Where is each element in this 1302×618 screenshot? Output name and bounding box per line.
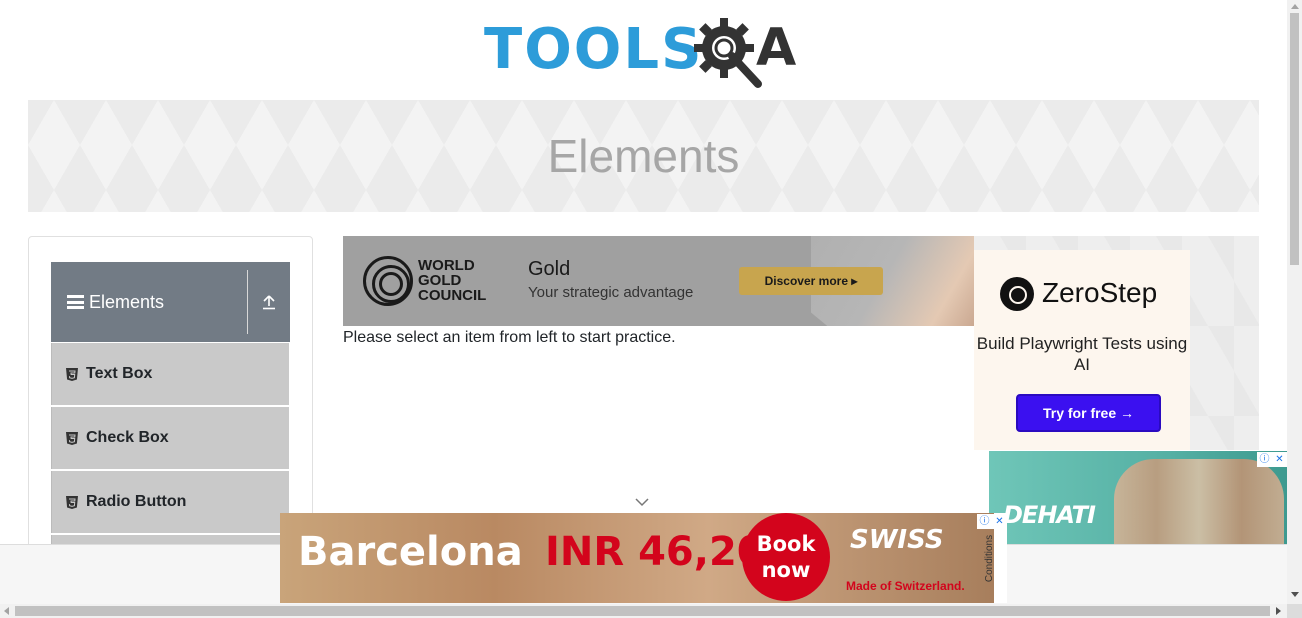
swiss-ad[interactable]: Barcelona INR 46,20 Book now SWISS Made o… (280, 513, 994, 603)
sidebar-item-label: Radio Button (86, 493, 187, 510)
vertical-scrollbar[interactable] (1287, 0, 1302, 604)
ad-close-icon[interactable]: ✕ (1272, 452, 1287, 467)
ad-slogan: Made of Switzerland. (846, 579, 965, 593)
ad-airline: SWISS (850, 525, 944, 555)
ad-info-icon[interactable]: ⓘ (977, 514, 992, 529)
ad-brand: WORLD GOLD COUNCIL (418, 257, 487, 304)
ad-photo (1114, 459, 1284, 544)
gold-council-logo-icon (363, 256, 413, 306)
ad-info-icon[interactable]: ⓘ (1257, 452, 1272, 467)
ad-title: DEHATI (1003, 501, 1096, 529)
html5-icon (66, 431, 78, 445)
html5-icon (66, 367, 78, 381)
sidebar-group-title: Elements (89, 291, 165, 312)
toolsqa-logo[interactable]: TOOLS A (484, 14, 808, 90)
try-for-free-button[interactable]: Try for free → (1016, 394, 1161, 432)
scrollbar-thumb[interactable] (15, 606, 1270, 616)
scrollbar-thumb[interactable] (1290, 13, 1299, 265)
instruction-text: Please select an item from left to start… (343, 329, 676, 346)
gear-magnifier-icon (694, 18, 762, 88)
ad-city: Barcelona (298, 529, 523, 575)
book-now-button[interactable]: Book now (742, 513, 830, 601)
sidebar-item-check-box[interactable]: Check Box (51, 407, 289, 469)
conditions-link[interactable]: Conditions (984, 535, 995, 582)
gold-council-ad[interactable]: WORLD GOLD COUNCIL Gold Your strategic a… (343, 236, 974, 326)
scrollbar-corner (1287, 604, 1302, 618)
ad-price: INR 46,20 (545, 529, 765, 575)
horizontal-scrollbar[interactable] (0, 604, 1287, 618)
sidebar-item-radio-button[interactable]: Radio Button (51, 471, 289, 533)
ad-close-icon[interactable]: ✕ (992, 514, 1007, 529)
collapse-up-icon (263, 295, 275, 310)
collapse-button[interactable] (248, 262, 290, 342)
page-title: Elements (547, 130, 740, 182)
sidebar-item-text-box[interactable]: Text Box (51, 343, 289, 405)
ad-headline: Gold (528, 258, 571, 280)
sidebar-item-label: Check Box (86, 429, 169, 446)
logo-text: TOOLS (484, 17, 704, 82)
sidebar-item-label: Text Box (86, 365, 153, 382)
ad-tagline: Your strategic advantage (528, 284, 694, 301)
zerostep-ad[interactable]: ZeroStep Build Playwright Tests using AI… (974, 250, 1190, 450)
hamburger-icon (67, 295, 84, 309)
chevron-down-icon[interactable] (635, 497, 649, 507)
logo-suffix: A (756, 18, 797, 78)
zerostep-logo-icon (1000, 277, 1034, 311)
html5-icon (66, 495, 78, 509)
sidebar-group-elements[interactable]: Elements (51, 262, 290, 342)
sidebar: Elements Text Box Check Box Radio Button (28, 236, 313, 597)
scroll-right-icon[interactable] (1276, 607, 1281, 615)
ad-subtitle: Build Playwright Tests using AI (976, 334, 1188, 374)
page-banner: Elements (28, 100, 1259, 212)
scroll-down-icon[interactable] (1291, 592, 1299, 597)
dehati-ad[interactable]: DEHATI (989, 451, 1287, 544)
discover-more-button[interactable]: Discover more ▸ (739, 267, 883, 295)
ad-brand: ZeroStep (1042, 277, 1158, 308)
scroll-up-icon[interactable] (1291, 4, 1299, 9)
scroll-left-icon[interactable] (4, 607, 9, 615)
